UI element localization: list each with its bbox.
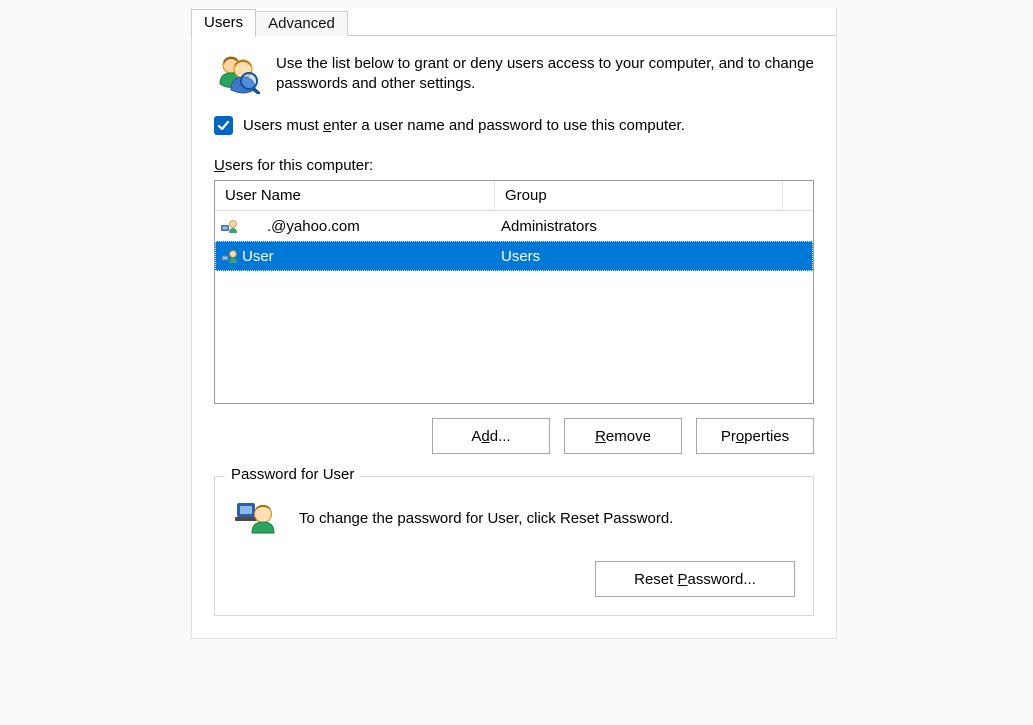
cell-group: Administrators: [495, 218, 813, 235]
intro-text: Use the list below to grant or deny user…: [276, 54, 814, 98]
password-groupbox-legend: Password for User: [225, 466, 360, 483]
password-hint-text: To change the password for User, click R…: [299, 510, 673, 527]
column-header-group[interactable]: Group: [495, 181, 783, 210]
tab-strip: Users Advanced: [191, 8, 836, 36]
column-header-username[interactable]: User Name: [215, 181, 495, 210]
users-list-label: Users for this computer:: [214, 157, 814, 174]
user-icon: [221, 218, 238, 234]
table-row[interactable]: .@yahoo.com Administrators: [215, 211, 813, 241]
properties-button[interactable]: Properties: [696, 418, 814, 454]
users-group-icon: [214, 54, 260, 98]
checkmark-icon: [214, 116, 233, 135]
listview-header: User Name Group: [215, 181, 813, 211]
reset-password-button[interactable]: Reset Password...: [595, 561, 795, 597]
user-icon: [221, 248, 238, 264]
column-header-spacer: [783, 181, 813, 210]
users-listview[interactable]: User Name Group .@yahoo.com: [214, 180, 814, 404]
user-key-icon: [233, 497, 277, 539]
require-password-label: Users must enter a user name and passwor…: [243, 117, 685, 134]
cell-username: .@yahoo.com: [242, 218, 360, 235]
tab-panel-users: Use the list below to grant or deny user…: [192, 35, 836, 638]
tab-users[interactable]: Users: [191, 9, 256, 37]
table-row[interactable]: User Users: [215, 241, 813, 271]
cell-username: User: [242, 248, 274, 265]
require-password-checkbox[interactable]: Users must enter a user name and passwor…: [214, 116, 814, 135]
user-accounts-dialog: Users Advanced: [191, 8, 837, 639]
tab-advanced[interactable]: Advanced: [255, 11, 348, 36]
add-button[interactable]: Add...: [432, 418, 550, 454]
password-groupbox: Password for User To change the password…: [214, 476, 814, 616]
cell-group: Users: [495, 248, 813, 265]
remove-button[interactable]: Remove: [564, 418, 682, 454]
